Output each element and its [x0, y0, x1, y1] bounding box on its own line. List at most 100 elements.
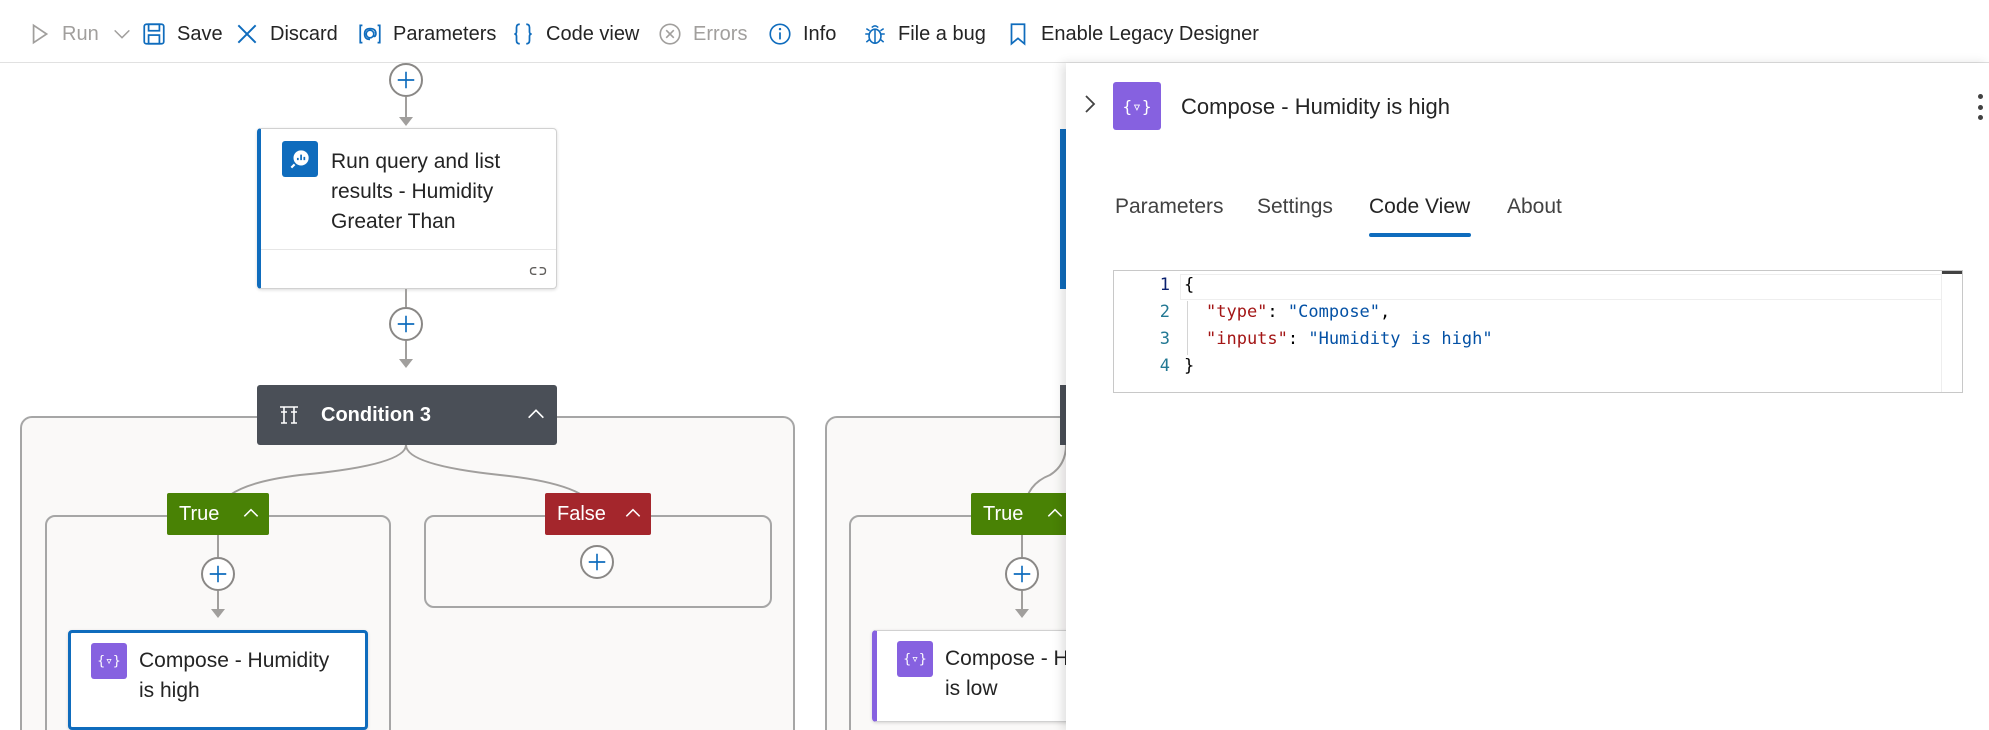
legacy-label: Enable Legacy Designer	[1041, 22, 1259, 45]
panel-title: Compose - Humidity is high	[1181, 94, 1450, 119]
save-button[interactable]: Save	[141, 18, 223, 50]
connector-arrow	[399, 359, 413, 368]
code-view-button[interactable]: Code view	[510, 18, 639, 50]
query-title-line1: Run query and list	[331, 150, 501, 173]
true-branch-label-right[interactable]: True	[971, 493, 1066, 535]
run-button[interactable]: Run	[26, 18, 133, 50]
plus-icon	[1013, 565, 1031, 583]
save-icon	[143, 23, 165, 45]
true-label-right-text: True	[983, 502, 1024, 525]
tab-settings[interactable]: Settings	[1257, 195, 1333, 219]
compose-humidity-high-card[interactable]: {▿} Compose - Humidity is high	[68, 630, 368, 730]
compose-humidity-low-card[interactable]: {▿} Compose - H is low	[872, 630, 1066, 722]
details-panel	[1066, 63, 1989, 730]
info-icon	[769, 23, 791, 45]
line-number: 2	[1159, 302, 1170, 322]
add-action-button[interactable]	[389, 63, 423, 97]
plus-icon	[397, 315, 415, 333]
compose-high-title: Compose - Humidity is high	[139, 646, 359, 706]
add-action-button[interactable]	[1005, 557, 1039, 591]
discard-label: Discard	[270, 22, 338, 45]
link-icon[interactable]	[528, 261, 548, 281]
compose-low-title: Compose - H is low	[945, 644, 1066, 704]
connector-line	[1021, 591, 1023, 611]
code-editor[interactable]: 1 2 3 4 { "type": "Compose", "inputs": "…	[1113, 270, 1963, 393]
code-line-2: "type": "Compose",	[1206, 302, 1390, 322]
connector-line	[1021, 535, 1023, 557]
plus-icon	[209, 565, 227, 583]
json-separator: :	[1267, 302, 1288, 322]
chevron-up-icon[interactable]	[1045, 503, 1065, 523]
condition-icon	[280, 406, 298, 424]
add-action-button[interactable]	[389, 307, 423, 341]
errors-label: Errors	[693, 22, 748, 45]
errors-button[interactable]: Errors	[657, 18, 747, 50]
line-number: 4	[1159, 356, 1170, 376]
code-line-3: "inputs": "Humidity is high"	[1206, 329, 1493, 349]
play-icon	[32, 23, 49, 45]
chevron-up-icon[interactable]	[241, 503, 261, 523]
active-tab-indicator	[1369, 233, 1471, 237]
close-icon	[237, 24, 257, 44]
parameters-label: Parameters	[393, 22, 497, 45]
chevron-down-icon[interactable]	[111, 23, 133, 45]
json-value: "Compose"	[1287, 302, 1381, 322]
line-number: 3	[1159, 329, 1170, 349]
indent-guide	[1187, 301, 1188, 355]
compose-high-line2: is high	[139, 679, 200, 702]
current-line-highlight	[1180, 274, 1942, 300]
chevron-right-icon[interactable]	[1078, 92, 1102, 116]
true-branch-label[interactable]: True	[167, 493, 269, 535]
braces-icon	[514, 23, 532, 45]
parameters-icon	[359, 24, 381, 44]
chevron-up-icon[interactable]	[623, 503, 643, 523]
compose-icon: {▿}	[91, 643, 127, 679]
parameters-button[interactable]: Parameters	[357, 18, 496, 50]
tab-parameters[interactable]: Parameters	[1115, 195, 1224, 219]
error-circle-icon	[659, 23, 681, 45]
plus-icon	[588, 553, 606, 571]
false-label-text: False	[557, 502, 606, 525]
false-branch-label[interactable]: False	[545, 493, 651, 535]
toolbar: Run Save Discard Parameters Code view Er…	[0, 0, 1989, 63]
add-action-button[interactable]	[580, 545, 614, 579]
enable-legacy-designer-button[interactable]: Enable Legacy Designer	[1005, 18, 1259, 50]
compose-icon: {▿}	[897, 641, 933, 677]
code-line-1: {	[1184, 275, 1195, 295]
tab-code-view[interactable]: Code View	[1369, 195, 1470, 219]
designer-canvas[interactable]: Run query and list results - Humidity Gr…	[0, 63, 1066, 730]
json-key: "type"	[1206, 302, 1268, 322]
add-action-button[interactable]	[201, 557, 235, 591]
run-query-action-card[interactable]: Run query and list results - Humidity Gr…	[257, 128, 557, 289]
query-title-line3: Greater Than	[331, 210, 456, 233]
compose-icon: {▿}	[1113, 82, 1161, 130]
run-label: Run	[62, 22, 99, 45]
compose-low-line1: Compose - H	[945, 647, 1066, 670]
query-action-title: Run query and list results - Humidity Gr…	[331, 147, 551, 237]
connector-line	[217, 535, 219, 557]
file-bug-button[interactable]: File a bug	[862, 18, 986, 50]
json-comma: ,	[1380, 302, 1391, 322]
condition-title: Condition 3	[321, 403, 431, 426]
save-label: Save	[177, 22, 223, 45]
json-key: "inputs"	[1206, 329, 1288, 349]
condition-header[interactable]: Condition 3	[257, 385, 557, 445]
editor-scrollbar[interactable]	[1941, 271, 1962, 392]
connector-arrow	[399, 117, 413, 126]
json-value: "Humidity is high"	[1308, 329, 1493, 349]
compose-low-line2: is low	[945, 677, 998, 700]
tab-about[interactable]: About	[1507, 195, 1562, 219]
query-chart-icon	[282, 141, 318, 177]
code-view-label: Code view	[546, 22, 640, 45]
bookmark-icon	[1010, 23, 1026, 46]
connector-line	[405, 97, 407, 119]
line-number: 1	[1159, 275, 1170, 295]
json-separator: :	[1287, 329, 1309, 349]
discard-button[interactable]: Discard	[234, 18, 338, 50]
compose-high-line1: Compose - Humidity	[139, 649, 330, 672]
query-title-line2: results - Humidity	[331, 180, 494, 203]
connector-arrow	[211, 609, 225, 618]
chevron-up-icon[interactable]	[525, 403, 547, 425]
info-button[interactable]: Info	[767, 18, 836, 50]
more-options-icon[interactable]	[1978, 94, 1984, 120]
